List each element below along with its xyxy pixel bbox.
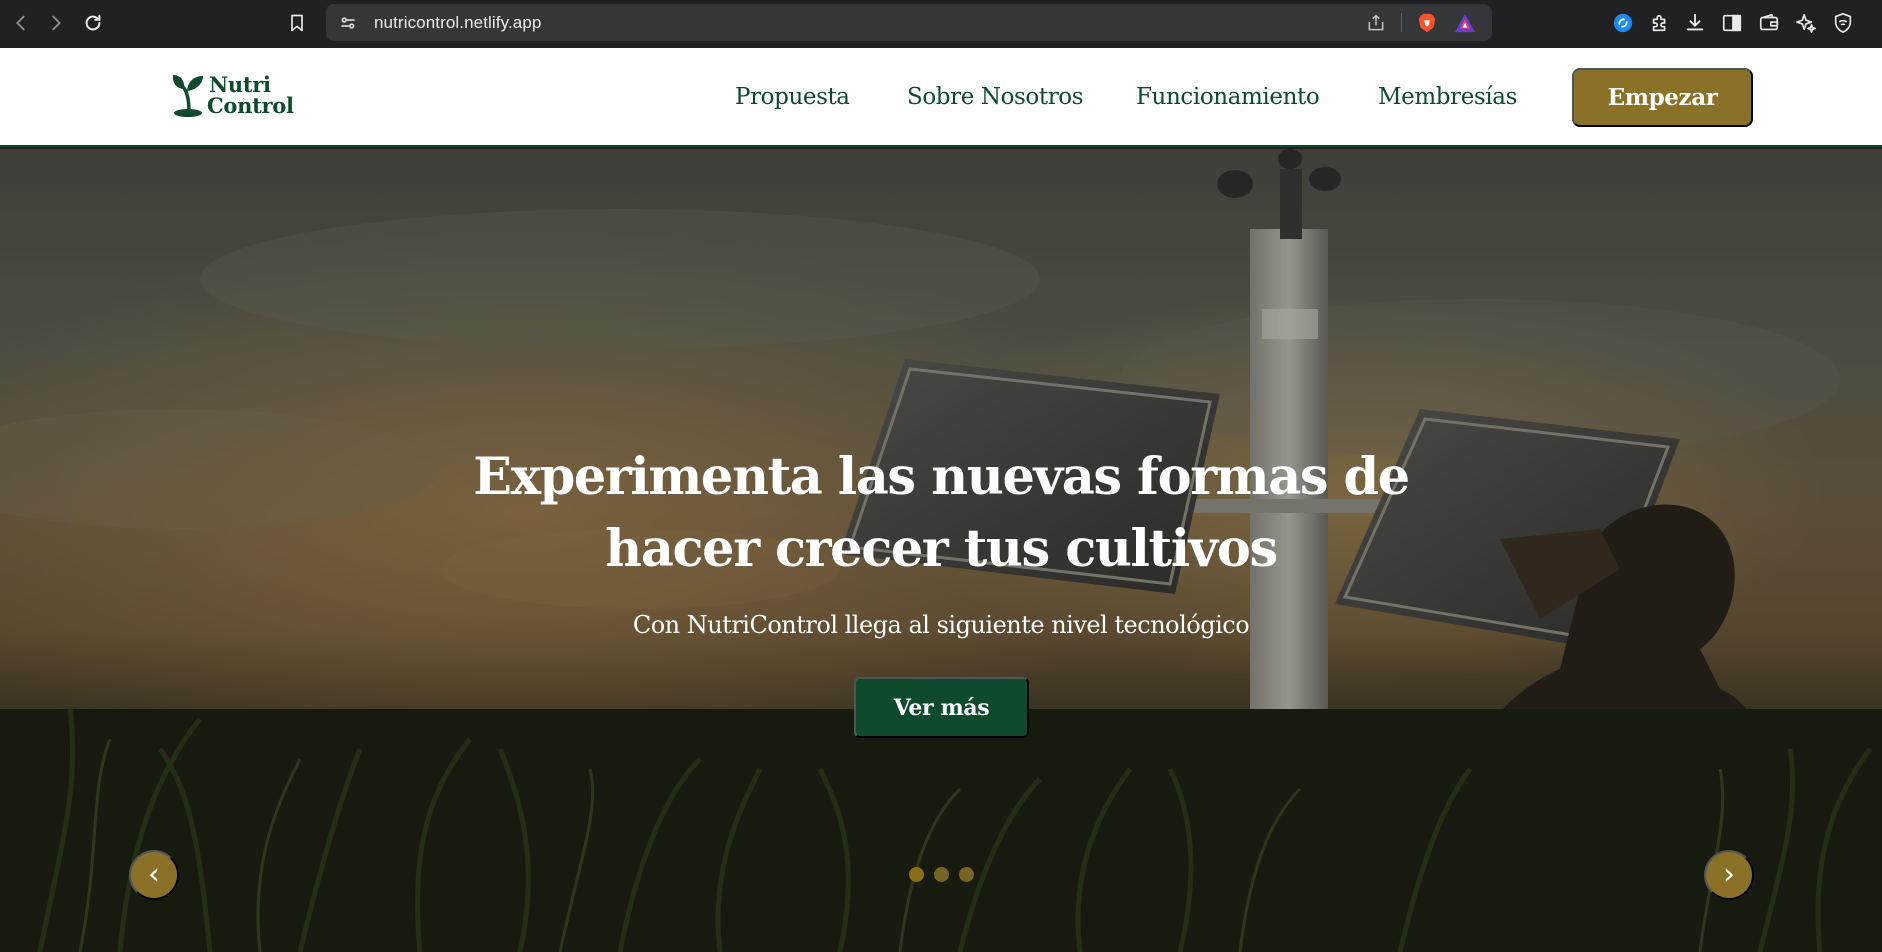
nav-link-propuesta[interactable]: Propuesta xyxy=(735,84,850,110)
brave-rewards-icon[interactable] xyxy=(1454,13,1476,33)
forward-icon[interactable] xyxy=(41,8,71,38)
puzzle-icon[interactable] xyxy=(1647,10,1673,36)
empezar-button[interactable]: Empezar xyxy=(1572,68,1753,127)
back-icon[interactable] xyxy=(6,8,36,38)
vpn-icon[interactable] xyxy=(1830,10,1856,36)
download-icon[interactable] xyxy=(1682,10,1708,36)
share-icon[interactable] xyxy=(1364,12,1388,34)
hero-subtitle: Con NutriControl llega al siguiente nive… xyxy=(632,611,1250,639)
sidebar-icon[interactable] xyxy=(1719,10,1745,36)
site-header: Nutri Control Propuesta Sobre Nosotros F… xyxy=(0,48,1882,147)
url-text[interactable]: nutricontrol.netlify.app xyxy=(374,13,541,33)
hero-carousel: Experimenta las nuevas formas de hacer c… xyxy=(0,149,1882,952)
carousel-prev-button[interactable]: ‹ xyxy=(129,850,179,900)
browser-toolbar: nutricontrol.netlify.app xyxy=(0,0,1882,48)
omnibox-divider xyxy=(1401,13,1402,32)
address-bar[interactable]: nutricontrol.netlify.app xyxy=(326,4,1492,41)
carousel-dot-1[interactable] xyxy=(909,867,924,882)
bookmark-icon[interactable] xyxy=(283,9,311,37)
carousel-indicators xyxy=(909,867,975,883)
extension-icon[interactable] xyxy=(1610,10,1636,36)
carousel-dot-3[interactable] xyxy=(959,867,974,882)
site-info-icon[interactable] xyxy=(336,11,360,35)
carousel-dot-2[interactable] xyxy=(934,867,949,882)
ver-mas-button[interactable]: Ver más xyxy=(854,677,1029,738)
wallet-icon[interactable] xyxy=(1756,10,1782,36)
nav-link-funcionamiento[interactable]: Funcionamiento xyxy=(1136,84,1320,110)
hero-title: Experimenta las nuevas formas de hacer c… xyxy=(473,447,1410,579)
nav-link-membresias[interactable]: Membresías xyxy=(1378,84,1517,110)
hero-content: Experimenta las nuevas formas de hacer c… xyxy=(0,441,1882,639)
leo-ai-icon[interactable] xyxy=(1793,10,1819,36)
carousel-next-button[interactable]: › xyxy=(1704,850,1754,900)
brave-shields-icon[interactable] xyxy=(1416,12,1438,34)
reload-icon[interactable] xyxy=(78,8,108,38)
nav-link-sobre-nosotros[interactable]: Sobre Nosotros xyxy=(907,84,1084,110)
